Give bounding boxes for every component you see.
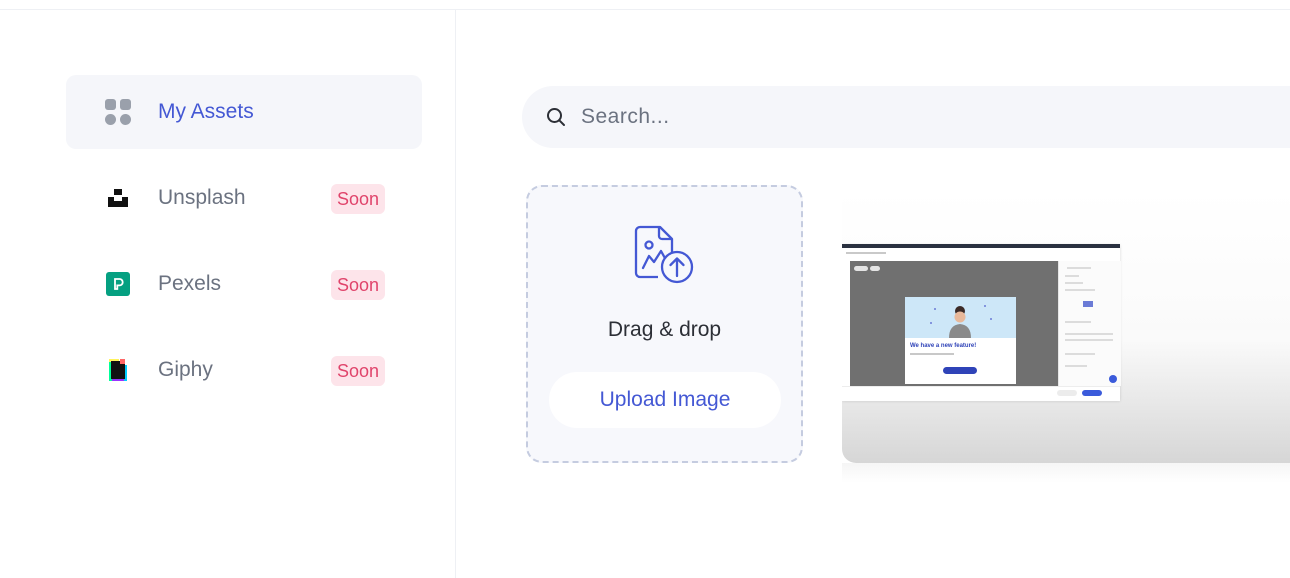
sidebar-item-label: My Assets bbox=[158, 100, 254, 123]
sidebar-item-label: Pexels bbox=[158, 272, 222, 295]
soon-badge: Soon bbox=[331, 356, 386, 386]
sidebar-item-unsplash[interactable]: Unsplash Soon bbox=[66, 161, 422, 235]
image-upload-icon bbox=[632, 223, 700, 289]
sidebar-item-label: Unsplash bbox=[158, 186, 246, 209]
sidebar-item-giphy[interactable]: Giphy Soon bbox=[66, 333, 422, 407]
sidebar-divider bbox=[455, 10, 456, 578]
soon-badge: Soon bbox=[331, 270, 386, 300]
asset-thumbnail[interactable]: We have a new feature! bbox=[842, 190, 1290, 463]
soon-badge: Soon bbox=[331, 184, 386, 214]
upload-dropzone[interactable]: Drag & drop Upload Image bbox=[526, 185, 803, 463]
app-screenshot-preview: We have a new feature! bbox=[842, 244, 1121, 401]
pexels-logo-icon bbox=[104, 270, 132, 298]
thumbnail-shadow bbox=[842, 463, 1290, 483]
thumbnail-headline: We have a new feature! bbox=[910, 343, 977, 349]
unsplash-logo-icon bbox=[104, 184, 132, 212]
search-bar bbox=[522, 86, 1290, 148]
sidebar-item-my-assets[interactable]: My Assets bbox=[66, 75, 422, 149]
top-border bbox=[0, 9, 1290, 10]
sidebar-item-pexels[interactable]: Pexels Soon bbox=[66, 247, 422, 321]
sidebar-item-label: Giphy bbox=[158, 358, 213, 381]
giphy-logo-icon bbox=[104, 356, 132, 384]
search-icon bbox=[545, 106, 567, 128]
grid-icon bbox=[104, 98, 132, 126]
search-input[interactable] bbox=[579, 104, 1183, 130]
drag-drop-label: Drag & drop bbox=[607, 318, 722, 341]
upload-image-button[interactable]: Upload Image bbox=[549, 372, 781, 428]
